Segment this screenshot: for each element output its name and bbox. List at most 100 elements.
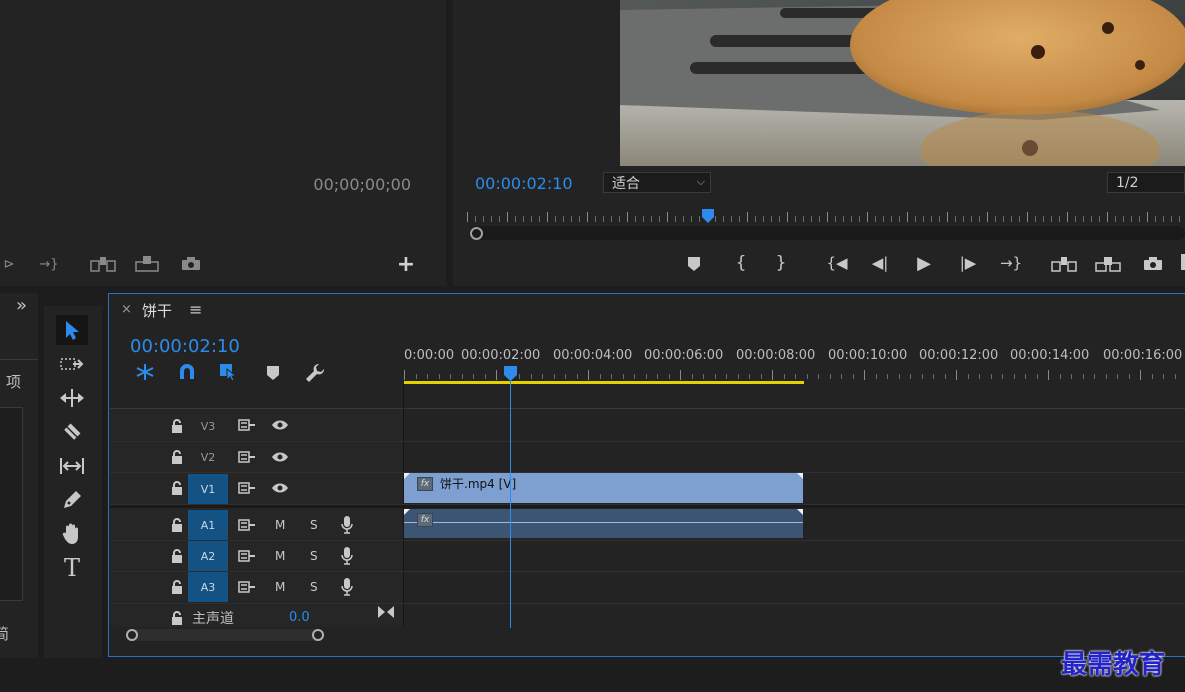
ruler-label: 00:00:10:00	[828, 348, 908, 363]
master-volume-value[interactable]: 0.0	[289, 610, 310, 625]
track-label-a2[interactable]: A2	[188, 541, 228, 571]
timeline-tab-menu[interactable]: ≡	[189, 300, 202, 319]
step-forward-icon[interactable]: |▶	[957, 253, 979, 273]
lift-icon[interactable]	[1051, 255, 1077, 273]
video-clip[interactable]: fx 饼干.mp4 [V]	[404, 473, 803, 503]
lock-icon[interactable]	[170, 517, 184, 533]
lock-icon[interactable]	[170, 579, 184, 595]
track-select-tool-icon[interactable]	[58, 352, 86, 376]
solo-button[interactable]: S	[310, 518, 318, 532]
lock-icon[interactable]	[170, 480, 184, 496]
selection-tool-icon[interactable]	[56, 315, 88, 345]
timeline-tab-title[interactable]: 饼干	[142, 300, 172, 321]
timeline-zoom-bar[interactable]	[126, 629, 324, 641]
ruler-tick	[843, 216, 844, 222]
export-frame-icon[interactable]	[1142, 256, 1164, 272]
timeline-close-button[interactable]: ×	[121, 302, 132, 317]
sync-lock-icon[interactable]	[238, 549, 256, 563]
panel-overflow-chevron[interactable]: »	[16, 295, 27, 316]
ruler-tick	[859, 216, 860, 222]
solo-button[interactable]: S	[310, 549, 318, 563]
timeline-ruler[interactable]: 0:00:00 00:00:02:00 00:00:04:00 00:00:06…	[404, 346, 1185, 386]
ruler-tick	[933, 374, 934, 379]
timeline-timecode[interactable]: 00:00:02:10	[130, 336, 240, 357]
mark-in-icon[interactable]: {	[733, 253, 749, 273]
lock-icon[interactable]	[170, 449, 184, 465]
eye-icon[interactable]	[270, 481, 290, 495]
microphone-icon[interactable]	[340, 546, 354, 566]
track-label-v1[interactable]: V1	[188, 474, 228, 504]
track-label-a3[interactable]: A3	[188, 572, 228, 602]
sync-lock-icon[interactable]	[238, 481, 256, 495]
add-button-icon[interactable]: +	[396, 252, 416, 277]
ruler-tick	[915, 216, 916, 222]
ruler-tick	[922, 374, 923, 379]
ruler-tick	[1071, 374, 1072, 379]
eye-icon[interactable]	[270, 450, 290, 464]
ruler-tick	[995, 216, 996, 222]
hand-tool-icon[interactable]	[58, 522, 86, 546]
microphone-icon[interactable]	[340, 577, 354, 597]
resolution-select[interactable]: 1/2	[1107, 172, 1185, 193]
ruler-tick	[611, 216, 612, 222]
mute-button[interactable]: M	[275, 518, 285, 532]
ruler-tick	[404, 370, 405, 380]
mark-out-icon[interactable]: }	[773, 253, 789, 273]
ruler-tick	[747, 212, 748, 222]
zoom-handle-right[interactable]	[312, 629, 324, 641]
program-timecode[interactable]: 00:00:02:10	[475, 174, 573, 193]
program-playhead[interactable]	[702, 208, 714, 223]
mute-button[interactable]: M	[275, 580, 285, 594]
sync-lock-icon[interactable]	[238, 580, 256, 594]
play-icon[interactable]: ▶	[913, 253, 935, 274]
ripple-edit-tool-icon[interactable]	[58, 386, 86, 410]
track-label-v3[interactable]: V3	[188, 411, 228, 441]
zoom-handle-left[interactable]	[470, 227, 483, 240]
timeline-playhead[interactable]	[504, 366, 517, 381]
sync-lock-icon[interactable]	[238, 450, 256, 464]
camera-icon[interactable]	[180, 256, 202, 272]
zoom-handle-left[interactable]	[126, 629, 138, 641]
sync-lock-icon[interactable]	[238, 518, 256, 532]
go-to-edit-icon[interactable]	[377, 604, 395, 620]
microphone-icon[interactable]	[340, 515, 354, 535]
source-timecode[interactable]: 00;00;00;00	[313, 175, 411, 194]
lock-icon[interactable]	[170, 610, 184, 626]
type-tool-icon[interactable]: T	[58, 554, 86, 582]
slip-tool-icon[interactable]	[58, 454, 86, 478]
extract-icon[interactable]	[1095, 255, 1121, 273]
pen-tool-icon[interactable]	[58, 488, 86, 512]
snap-magnet-icon[interactable]	[176, 362, 198, 382]
lock-icon[interactable]	[170, 548, 184, 564]
ruler-tick	[450, 374, 451, 379]
program-time-ruler[interactable]	[465, 204, 1185, 226]
insert-icon[interactable]: ⊳	[0, 255, 18, 273]
overwrite-clip-icon[interactable]	[134, 255, 160, 273]
razor-tool-icon[interactable]	[58, 420, 86, 444]
work-area-bar[interactable]	[404, 381, 804, 384]
add-marker-icon[interactable]	[264, 364, 282, 382]
ruler-tick	[876, 374, 877, 379]
eye-icon[interactable]	[270, 418, 290, 432]
go-to-out-icon[interactable]: →}	[999, 253, 1023, 273]
linked-selection-icon[interactable]	[218, 362, 240, 382]
mute-button[interactable]: M	[275, 549, 285, 563]
sync-lock-icon[interactable]	[238, 418, 256, 432]
program-edge-button[interactable]	[1181, 254, 1185, 270]
fit-select[interactable]: 适合 ⌵	[603, 172, 711, 193]
project-list-area[interactable]	[0, 407, 23, 601]
lock-icon[interactable]	[170, 418, 184, 434]
program-zoom-bar[interactable]	[469, 226, 1185, 240]
go-to-in-icon[interactable]: {◀	[825, 253, 849, 273]
nest-sequence-icon[interactable]	[134, 362, 156, 382]
step-back-icon[interactable]: ◀|	[869, 253, 891, 273]
track-label-v2[interactable]: V2	[188, 442, 228, 472]
track-label-a1[interactable]: A1	[188, 510, 228, 540]
insert-clip-icon[interactable]	[90, 255, 116, 273]
wrench-icon[interactable]	[304, 362, 326, 384]
overwrite-icon[interactable]: →}	[38, 255, 60, 273]
audio-clip[interactable]: fx	[404, 509, 803, 538]
ruler-tick	[1179, 216, 1180, 222]
add-marker-icon[interactable]	[685, 255, 703, 273]
solo-button[interactable]: S	[310, 580, 318, 594]
